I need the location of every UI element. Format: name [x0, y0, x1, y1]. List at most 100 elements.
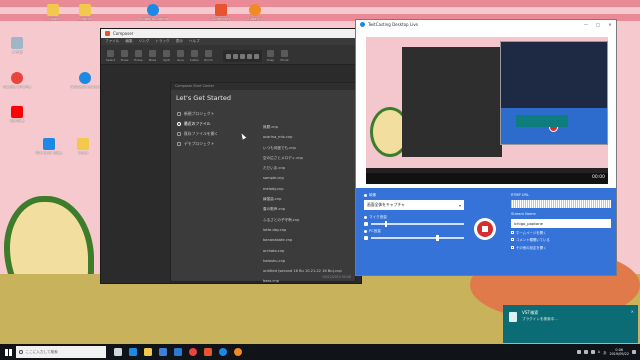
taskbar-app-chrome[interactable] — [185, 344, 200, 360]
chevron-up-icon[interactable] — [576, 350, 581, 354]
menu-item-view[interactable]: 表示 — [176, 39, 183, 44]
menu-item-edit[interactable]: 編集 — [125, 39, 132, 44]
network-icon[interactable] — [583, 350, 588, 354]
close-icon[interactable]: ✕ — [631, 309, 634, 314]
preview-composer-window — [402, 47, 502, 157]
recent-file-item[interactable]: 空の広さとメロディ.cnp — [263, 156, 353, 166]
tool-draw-button[interactable]: Draw — [119, 50, 130, 62]
nav-open-file[interactable]: 既存ファイルを開く — [175, 129, 237, 139]
desktop-icon-recycle-bin[interactable]: ごみ箱 — [2, 37, 32, 55]
menu-item-song[interactable]: ソング — [139, 39, 150, 44]
start-center-titlebar[interactable]: Composer Start Center — [171, 83, 355, 90]
tool-erase-button[interactable]: Erase — [133, 50, 144, 62]
taskbar-clock[interactable]: 0:06 2019/09/22 — [609, 348, 629, 357]
masked-url — [511, 200, 611, 208]
composer-titlebar[interactable]: Composer — [101, 29, 361, 38]
minimize-icon[interactable]: — — [580, 22, 592, 27]
recent-file-item[interactable]: bass.cnp — [263, 279, 353, 289]
mode-button[interactable]: Mode — [279, 50, 290, 62]
nav-recent-files[interactable]: 最近のファイル — [175, 119, 237, 129]
desktop-icon-songbird[interactable]: SongbirdComposer — [138, 4, 168, 22]
notification-body: プラグインを検索中... — [522, 317, 558, 321]
nav-new-project[interactable]: 新規プロジェクト — [175, 109, 237, 119]
stop-icon[interactable] — [233, 53, 238, 59]
songbird-icon — [147, 4, 159, 16]
stream-name-field[interactable]: ichigo_poptone — [511, 219, 611, 228]
broadcast-timebar: 00:00 — [366, 173, 608, 184]
comment-panel-link[interactable]: コメント欄開いている — [511, 237, 611, 244]
close-icon[interactable]: ✕ — [604, 22, 616, 27]
rewind-icon[interactable] — [226, 53, 231, 59]
edge-icon — [128, 348, 137, 356]
menu-item-track[interactable]: トラック — [155, 39, 169, 44]
loop-icon[interactable] — [254, 53, 259, 59]
recent-file-item[interactable]: ocarina_mix.cnp — [263, 135, 353, 145]
play-icon[interactable] — [240, 53, 245, 59]
tool-mute-button[interactable]: Mute — [147, 50, 158, 62]
taskbar-app-twitcasting[interactable] — [215, 344, 230, 360]
speaker-icon — [191, 50, 198, 57]
taskbar-search-box[interactable]: ここに入力して検索 — [16, 346, 106, 358]
ime-mode[interactable]: あ — [603, 350, 606, 355]
record-icon[interactable] — [247, 53, 252, 59]
recent-file-item[interactable]: hatoshu.cnp — [263, 259, 353, 269]
recent-file-item[interactable]: bananabate.cnp — [263, 238, 353, 248]
tool-listen-button[interactable]: Listen — [189, 50, 200, 62]
menu-item-file[interactable]: ファイル — [105, 39, 119, 44]
twitcasting-icon — [79, 72, 91, 84]
taskbar-app-audacity[interactable] — [230, 344, 245, 360]
audacity-icon — [249, 4, 261, 16]
tool-zoom-button[interactable]: Zoom — [203, 50, 214, 62]
recent-file-item[interactable]: orchata.cnp — [263, 249, 353, 259]
tool-select-button[interactable]: Select — [105, 50, 116, 62]
taskbar-app-composer[interactable] — [200, 344, 215, 360]
rtmp-url-field[interactable] — [511, 200, 611, 208]
open-folder-icon — [177, 132, 181, 136]
recent-file-item[interactable]: ふるさとの子守唄.cnp — [263, 218, 353, 228]
desktop-icon-audacity[interactable]: Audacity — [240, 4, 270, 22]
pc-volume-knob[interactable] — [436, 235, 439, 241]
tool-split-button[interactable]: Split — [161, 50, 172, 62]
pc-volume-slider[interactable] — [364, 234, 464, 242]
snap-button[interactable]: Snap — [265, 50, 276, 62]
desktop-icon-youtube[interactable]: YouTube — [2, 106, 32, 124]
recent-file-item[interactable]: 春の歌声.cnp — [263, 207, 353, 217]
recent-file-item[interactable]: いつも何度でも.cnp — [263, 146, 353, 156]
recent-file-item[interactable]: 練習曲.cnp — [263, 197, 353, 207]
tool-glue-button[interactable]: Glue — [175, 50, 186, 62]
desktop-icon-twitcasting[interactable]: TwitCasting Desktop Live — [70, 72, 100, 90]
capture-source-select[interactable]: 画面全体をキャプチャ ▾ — [364, 200, 464, 210]
mic-volume-knob[interactable] — [384, 221, 388, 227]
desktop-icon-folder[interactable]: Google — [38, 4, 68, 22]
folder-icon — [77, 138, 89, 150]
desktop-icon-chrome[interactable]: Google Chrome — [2, 72, 32, 90]
recent-file-item[interactable]: ただいま.cnp — [263, 166, 353, 176]
recent-file-item[interactable]: melody.cnp — [263, 187, 353, 197]
mic-volume-label: マイク音量 — [369, 214, 387, 219]
menu-item-help[interactable]: ヘルプ — [189, 39, 200, 44]
input-language[interactable]: A — [598, 350, 600, 354]
recent-file-item[interactable]: lotte-day.cnp — [263, 228, 353, 238]
maximize-icon[interactable]: □ — [592, 22, 604, 27]
desktop-icon-folder[interactable]: Sample — [70, 4, 100, 22]
desktop-icon-composer[interactable]: Composer — [206, 4, 236, 22]
mic-volume-slider[interactable] — [364, 220, 464, 228]
taskbar-app-mail[interactable] — [170, 344, 185, 360]
desktop-icon-edge[interactable]: Microsoft Edge — [34, 138, 64, 156]
other-settings-link[interactable]: その他の設定を開く — [511, 244, 611, 251]
recent-file-item[interactable]: 無題.cnp — [263, 125, 353, 135]
desktop-icon-folder[interactable]: Video — [68, 138, 98, 156]
start-button[interactable] — [0, 344, 16, 360]
taskbar-app-store[interactable] — [155, 344, 170, 360]
notification-center-icon[interactable] — [632, 350, 636, 354]
broadcast-record-button[interactable] — [474, 218, 496, 240]
nav-demo-projects[interactable]: デモプロジェクト — [175, 139, 237, 149]
taskbar-app-explorer[interactable] — [140, 344, 155, 360]
recent-file-item[interactable]: sample.cnp — [263, 176, 353, 186]
open-homepage-link[interactable]: ホームページを開く — [511, 229, 611, 236]
taskbar-app-edge[interactable] — [125, 344, 140, 360]
twitcasting-titlebar[interactable]: TwitCasting Desktop Live — □ ✕ — [356, 20, 616, 29]
vst-search-notification[interactable]: VST検索 プラグインを検索中... ✕ — [503, 305, 638, 343]
taskbar-app-task-view[interactable] — [110, 344, 125, 360]
volume-icon[interactable] — [590, 350, 595, 354]
